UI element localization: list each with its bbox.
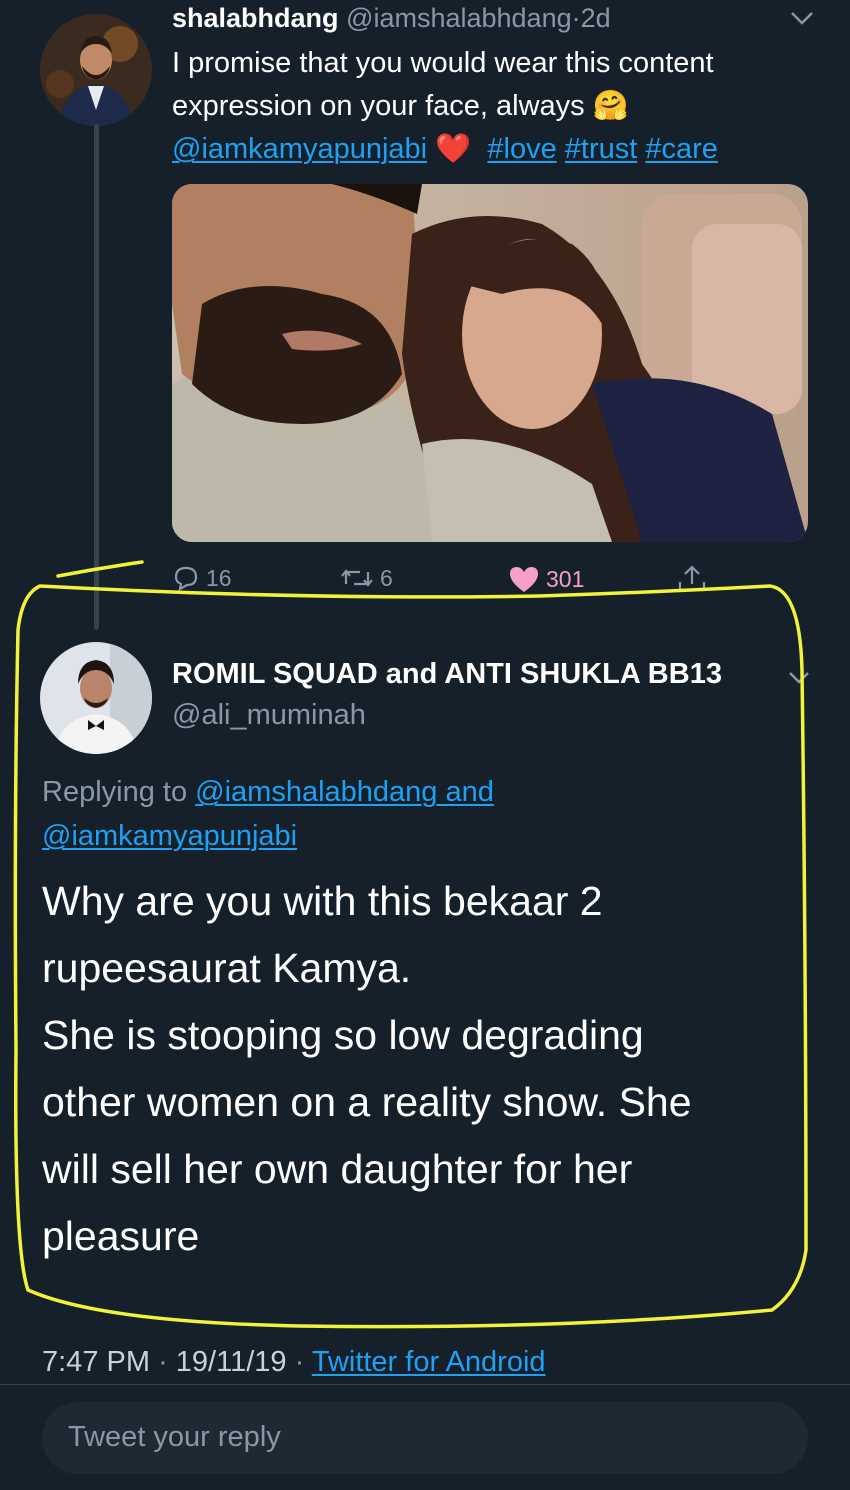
hug-emoji-icon: 🤗 (592, 90, 629, 122)
reply-text-line: She is stooping so low degrading (42, 1012, 644, 1058)
heart-icon (510, 567, 538, 592)
tweet-text-line: expression on your face, always (172, 90, 585, 122)
retweet-count: 6 (380, 564, 393, 591)
reply-icon (174, 566, 198, 592)
reply-handle[interactable]: @ali_muminah (172, 699, 366, 732)
replying-to-prefix: Replying to (42, 776, 188, 808)
retweet-action[interactable]: 6 (340, 564, 393, 592)
reply-display-name[interactable]: ROMIL SQUAD and ANTI SHUKLA BB13 (172, 658, 722, 691)
tweet-text-line: I promise that you would wear this conte… (172, 47, 714, 79)
thread-connector-line (94, 124, 99, 630)
replying-to-link[interactable]: @iamshalabhdang and (195, 776, 494, 808)
like-count: 301 (546, 565, 585, 592)
reply-count: 16 (206, 564, 232, 591)
separator: · (294, 1346, 305, 1378)
separator: · (158, 1346, 168, 1378)
reply-composer-placeholder: Tweet your reply (68, 1421, 281, 1453)
chevron-down-icon[interactable] (790, 10, 814, 26)
hashtag-link[interactable]: #trust (565, 133, 638, 165)
reply-text-line: rupeesaurat Kamya. (42, 945, 412, 991)
avatar-shalabhdang[interactable] (40, 14, 152, 126)
hashtag-link[interactable]: #care (645, 133, 718, 165)
tweet-source-link[interactable]: Twitter for Android (312, 1346, 546, 1378)
hashtag-link[interactable]: #love (487, 133, 556, 165)
reply-composer-input[interactable]: Tweet your reply (42, 1402, 808, 1474)
reply-text-line: Why are you with this bekaar 2 (42, 878, 603, 924)
reply-action[interactable]: 16 (172, 564, 232, 592)
heart-emoji-icon: ❤️ (435, 133, 472, 165)
reply-text-line: other women on a reality show. She (42, 1079, 692, 1125)
divider (0, 1384, 850, 1385)
tweet-date: 19/11/19 (175, 1346, 287, 1378)
retweet-icon (341, 569, 373, 587)
handle[interactable]: @iamshalabhdang (346, 3, 572, 33)
tweet-photo[interactable] (172, 184, 808, 542)
like-action[interactable]: 301 (508, 564, 584, 594)
separator: · (571, 3, 581, 33)
display-name[interactable]: shalabhdang (172, 3, 339, 33)
tweet-age: 2d (580, 3, 611, 33)
reply-text-line: will sell her own daughter for her (42, 1146, 633, 1192)
tweet-text: I promise that you would wear this conte… (172, 42, 812, 171)
reply-text: Why are you with this bekaar 2 rupeesaur… (42, 868, 782, 1270)
tweet-header: shalabhdang @iamshalabhdang·2d (172, 2, 611, 34)
reply-text-line: pleasure (42, 1213, 200, 1259)
chevron-down-icon[interactable] (788, 670, 810, 686)
replying-to-link[interactable]: @iamkamyapunjabi (42, 820, 297, 852)
avatar-ali-muminah[interactable] (40, 642, 152, 754)
share-icon (678, 565, 706, 592)
mention-link[interactable]: @iamkamyapunjabi (172, 133, 427, 165)
share-action[interactable] (676, 564, 708, 594)
replying-to: Replying to @iamshalabhdang and @iamkamy… (42, 770, 662, 858)
tweet-meta: 7:47 PM · 19/11/19 · Twitter for Android (42, 1346, 546, 1379)
tweet-time: 7:47 PM (42, 1346, 150, 1378)
